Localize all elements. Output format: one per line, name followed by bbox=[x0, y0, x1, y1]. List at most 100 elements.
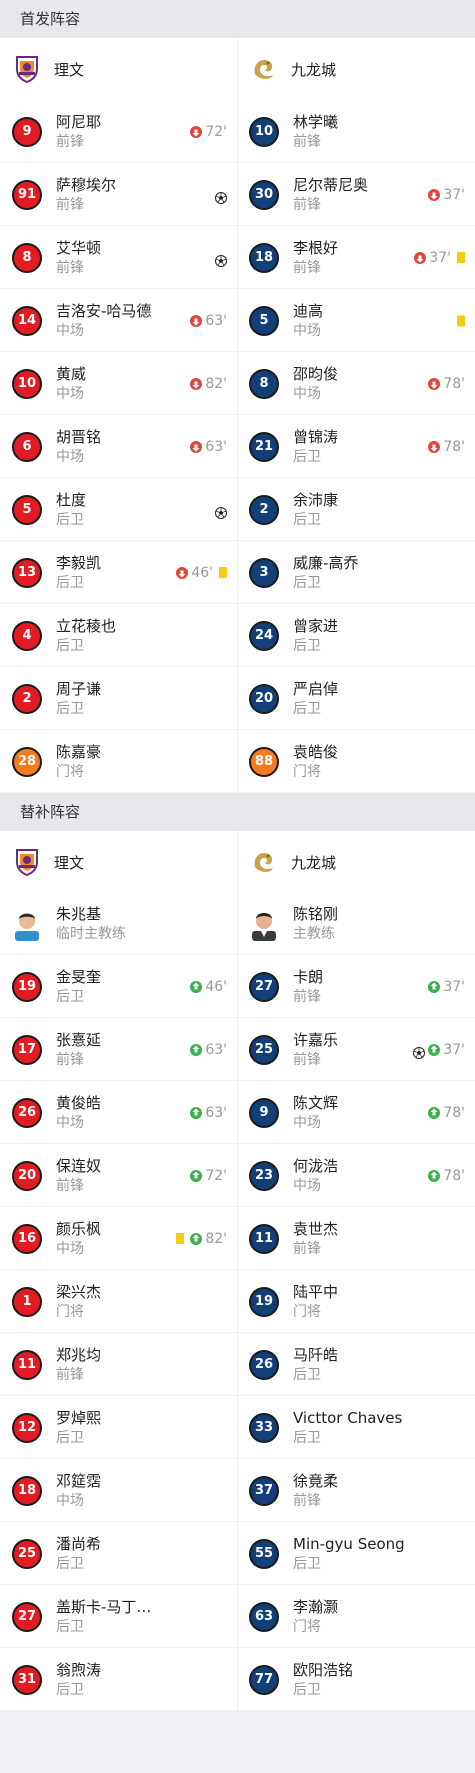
yellow-card-icon bbox=[219, 567, 227, 578]
jersey-number-badge: 20 bbox=[249, 683, 279, 714]
player-events: 82' bbox=[173, 1231, 227, 1247]
player-row[interactable]: 9 陈文辉 中场 78' bbox=[237, 1081, 475, 1144]
jersey-number-badge: 2 bbox=[12, 683, 42, 714]
player-name: 欧阳浩铭 bbox=[293, 1660, 354, 1679]
player-position: 门将 bbox=[56, 763, 84, 780]
player-row[interactable]: 6 胡晋铭 中场 63' bbox=[0, 415, 237, 478]
player-name: 余沛康 bbox=[293, 490, 339, 509]
player-name: 梁兴杰 bbox=[56, 1282, 102, 1301]
player-row[interactable]: 55 Min-gyu Seong 后卫 bbox=[237, 1522, 475, 1585]
player-row[interactable]: 11 郑兆均 前锋 bbox=[0, 1333, 237, 1396]
player-name: 迪高 bbox=[293, 301, 324, 320]
player-row[interactable]: 18 李根好 前锋 37' bbox=[237, 226, 475, 289]
player-position: 前锋 bbox=[56, 259, 84, 276]
sub-time: 72' bbox=[205, 1167, 227, 1184]
player-row[interactable]: 1 梁兴杰 门将 bbox=[0, 1270, 237, 1333]
player-row[interactable]: 88 袁皓俊 门将 bbox=[237, 730, 475, 793]
player-name: 张憙延 bbox=[56, 1030, 102, 1049]
player-events: 37' bbox=[414, 250, 465, 266]
goal-icon bbox=[215, 189, 227, 204]
player-row[interactable]: 8 邵昀俊 中场 78' bbox=[237, 352, 475, 415]
player-row[interactable]: 14 吉洛安-哈马德 中场 63' bbox=[0, 289, 237, 352]
player-row[interactable]: 2 周子谦 后卫 bbox=[0, 667, 237, 730]
home-team-header[interactable]: 理文 bbox=[0, 38, 237, 100]
home-subs-team-header[interactable]: 理文 bbox=[0, 831, 237, 893]
player-row[interactable]: 2 余沛康 后卫 bbox=[237, 478, 475, 541]
player-events: 72' bbox=[190, 1168, 227, 1184]
player-position: 门将 bbox=[293, 1618, 321, 1635]
jersey-number-badge: 1 bbox=[12, 1286, 42, 1317]
player-row[interactable]: 33 Victtor Chaves 后卫 bbox=[237, 1396, 475, 1459]
player-position: 门将 bbox=[293, 763, 321, 780]
jersey-number-badge: 6 bbox=[12, 431, 42, 462]
jersey-number-badge: 18 bbox=[249, 242, 279, 273]
player-position: 中场 bbox=[56, 1240, 84, 1257]
player-events: 63' bbox=[190, 1042, 227, 1058]
player-row[interactable]: 91 萨穆埃尔 前锋 bbox=[0, 163, 237, 226]
player-row[interactable]: 18 邓筵霑 中场 bbox=[0, 1459, 237, 1522]
sub-time: 72' bbox=[205, 123, 227, 140]
sub-out-arrow-icon bbox=[190, 440, 203, 453]
player-row[interactable]: 25 潘尚希 后卫 bbox=[0, 1522, 237, 1585]
away-team-header[interactable]: 九龙城 bbox=[237, 38, 475, 100]
player-name: 李瀚灏 bbox=[293, 1597, 339, 1616]
player-row[interactable]: 19 陆平中 门将 bbox=[237, 1270, 475, 1333]
player-row[interactable]: 24 曾家进 后卫 bbox=[237, 604, 475, 667]
player-row[interactable]: 17 张憙延 前锋 63' bbox=[0, 1018, 237, 1081]
player-events: 72' bbox=[190, 124, 227, 140]
jersey-number-badge: 21 bbox=[249, 431, 279, 462]
player-row[interactable]: 19 金旻奎 后卫 46' bbox=[0, 955, 237, 1018]
player-row[interactable]: 12 罗焯熙 后卫 bbox=[0, 1396, 237, 1459]
sub-time: 82' bbox=[205, 375, 227, 392]
player-row[interactable]: 4 立花稜也 后卫 bbox=[0, 604, 237, 667]
player-row[interactable]: 13 李毅凯 后卫 46' bbox=[0, 541, 237, 604]
player-position: 中场 bbox=[56, 385, 84, 402]
player-row[interactable]: 27 卡朗 前锋 37' bbox=[237, 955, 475, 1018]
player-row[interactable]: 20 严启倬 后卫 bbox=[237, 667, 475, 730]
player-row[interactable]: 3 威廉-高乔 后卫 bbox=[237, 541, 475, 604]
sub-time: 37' bbox=[429, 249, 451, 266]
jersey-number-badge: 9 bbox=[249, 1097, 279, 1128]
player-row[interactable]: 26 马阡皓 后卫 bbox=[237, 1333, 475, 1396]
player-row[interactable]: 21 曾锦涛 后卫 78' bbox=[237, 415, 475, 478]
player-row[interactable]: 10 林学曦 前锋 bbox=[237, 100, 475, 163]
player-position: 前锋 bbox=[56, 1177, 84, 1194]
player-row[interactable]: 77 欧阳浩铭 后卫 bbox=[237, 1648, 475, 1711]
player-name: 杜度 bbox=[56, 490, 87, 509]
player-row[interactable]: 9 阿尼耶 前锋 72' bbox=[0, 100, 237, 163]
player-position: 后卫 bbox=[293, 1366, 321, 1383]
player-row[interactable]: 37 徐竟柔 前锋 bbox=[237, 1459, 475, 1522]
sub-time: 46' bbox=[205, 978, 227, 995]
player-row[interactable]: 23 何泷浩 中场 78' bbox=[237, 1144, 475, 1207]
home-coach[interactable]: 朱兆基 临时主教练 bbox=[0, 893, 237, 955]
player-row[interactable]: 25 许嘉乐 前锋 37' bbox=[237, 1018, 475, 1081]
player-row[interactable]: 26 黄俊皓 中场 63' bbox=[0, 1081, 237, 1144]
sub-time: 63' bbox=[205, 1104, 227, 1121]
player-row[interactable]: 5 迪高 中场 bbox=[237, 289, 475, 352]
player-row[interactable]: 10 黄威 中场 82' bbox=[0, 352, 237, 415]
sub-out-arrow-icon bbox=[176, 566, 189, 579]
away-coach[interactable]: 陈铭刚 主教练 bbox=[237, 893, 475, 955]
jersey-number-badge: 25 bbox=[249, 1034, 279, 1065]
player-row[interactable]: 16 颜乐枫 中场 82' bbox=[0, 1207, 237, 1270]
jersey-number-badge: 5 bbox=[249, 305, 279, 336]
player-row[interactable]: 63 李瀚灏 门将 bbox=[237, 1585, 475, 1648]
player-position: 后卫 bbox=[293, 574, 321, 591]
player-row[interactable]: 31 翁煦涛 后卫 bbox=[0, 1648, 237, 1711]
player-row[interactable]: 28 陈嘉豪 门将 bbox=[0, 730, 237, 793]
player-row[interactable]: 11 袁世杰 前锋 bbox=[237, 1207, 475, 1270]
away-subs-team-header[interactable]: 九龙城 bbox=[237, 831, 475, 893]
sub-time: 37' bbox=[443, 978, 465, 995]
sub-in-arrow-icon bbox=[190, 1043, 203, 1056]
jersey-number-badge: 23 bbox=[249, 1160, 279, 1191]
substitutes-header: 替补阵容 bbox=[0, 793, 475, 831]
player-row[interactable]: 5 杜度 后卫 bbox=[0, 478, 237, 541]
home-starting-list: 9 阿尼耶 前锋 72' 91 萨穆埃尔 前锋 8 艾华顿 前锋 14 吉洛安-哈马德 中场 63' 10 黄… bbox=[0, 100, 237, 793]
jersey-number-badge: 13 bbox=[12, 557, 42, 588]
player-name: 李根好 bbox=[293, 238, 339, 257]
player-row[interactable]: 27 盖斯卡-马丁… 后卫 bbox=[0, 1585, 237, 1648]
player-row[interactable]: 8 艾华顿 前锋 bbox=[0, 226, 237, 289]
player-row[interactable]: 20 保连奴 前锋 72' bbox=[0, 1144, 237, 1207]
player-row[interactable]: 30 尼尔蒂尼奥 前锋 37' bbox=[237, 163, 475, 226]
player-position: 后卫 bbox=[293, 511, 321, 528]
